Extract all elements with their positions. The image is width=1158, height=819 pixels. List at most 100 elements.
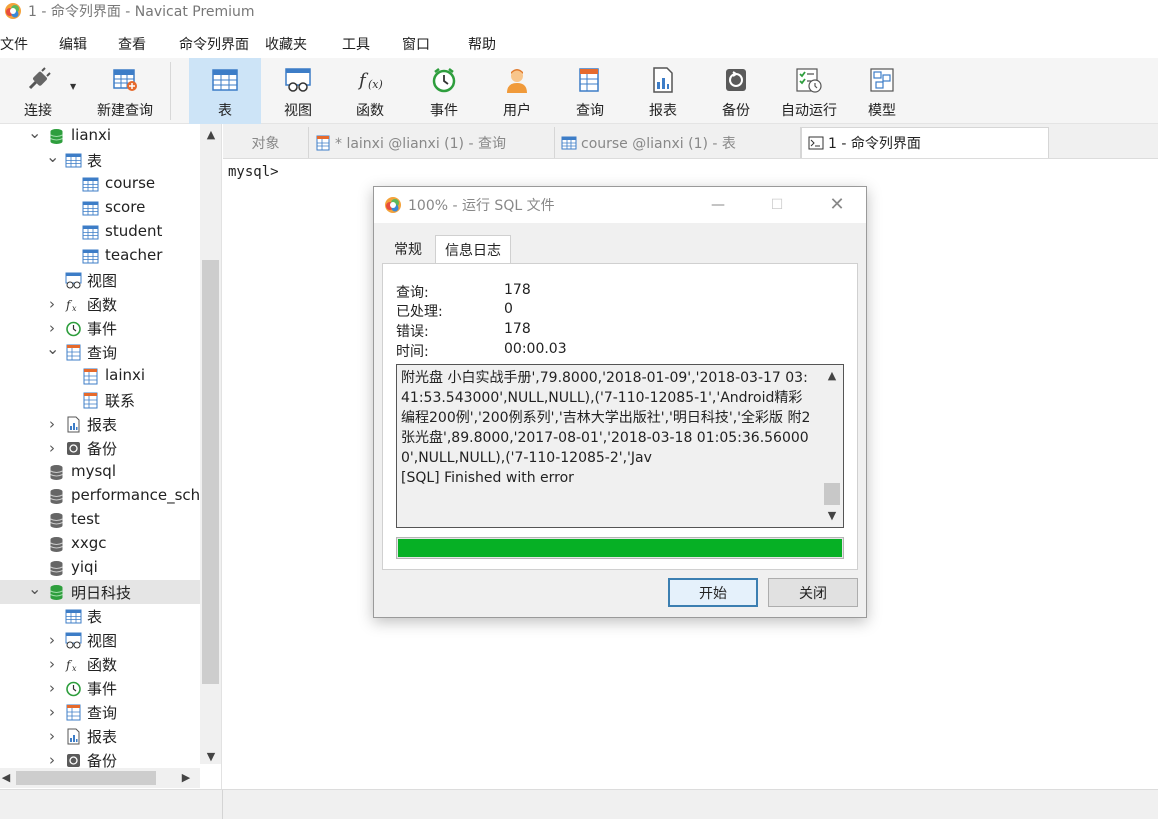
tree-horizontal-scrollbar[interactable]: ◀ ▶ xyxy=(0,768,200,788)
menu-window[interactable]: 窗口 xyxy=(402,34,430,54)
tab-console[interactable]: 1 - 命令列界面 xyxy=(801,127,1049,158)
tab-message-log[interactable]: 信息日志 xyxy=(435,235,511,264)
backup-icon xyxy=(726,69,746,91)
close-icon[interactable]: ✕ xyxy=(827,195,847,215)
user-button[interactable]: 用户 xyxy=(481,58,553,124)
tree-item[interactable]: 表 xyxy=(0,604,200,628)
close-button[interactable]: 关闭 xyxy=(768,578,858,607)
table-button[interactable]: 表 xyxy=(189,58,261,124)
scroll-up-icon[interactable]: ▲ xyxy=(826,369,838,382)
tree-vertical-scrollbar[interactable]: ▲ ▼ xyxy=(200,124,221,764)
menu-help[interactable]: 帮助 xyxy=(468,34,496,54)
function-button[interactable]: f (x) 函数 xyxy=(334,58,406,124)
tree-item[interactable]: › 事件 xyxy=(0,316,200,340)
menu-bar: 文件 编辑 查看 命令列界面 收藏夹 工具 窗口 帮助 xyxy=(0,30,1158,56)
progress-bar xyxy=(396,537,844,559)
chevron-down-icon[interactable]: ⌄ xyxy=(28,581,41,598)
menu-console[interactable]: 命令列界面 xyxy=(179,34,249,54)
tree-item[interactable]: 视图 xyxy=(0,268,200,292)
scroll-left-icon[interactable]: ◀ xyxy=(0,771,12,784)
log-scrollbar[interactable]: ▲ ▼ xyxy=(821,365,843,527)
table-icon xyxy=(82,201,99,216)
query-button[interactable]: 查询 xyxy=(554,58,626,124)
hscrollbar-thumb[interactable] xyxy=(16,771,156,785)
tree-item[interactable]: ⌄ 表 xyxy=(0,148,200,172)
chevron-right-icon[interactable]: › xyxy=(46,321,58,336)
scroll-right-icon[interactable]: ▶ xyxy=(180,771,192,784)
tree-item[interactable]: › f x 函数 xyxy=(0,652,200,676)
chevron-right-icon[interactable]: › xyxy=(46,657,58,672)
window-title: 1 - 命令列界面 - Navicat Premium xyxy=(28,4,255,20)
menu-file[interactable]: 文件 xyxy=(0,34,28,54)
tree-item[interactable]: › 备份 xyxy=(0,436,200,460)
autorun-button[interactable]: 自动运行 xyxy=(773,58,845,124)
menu-view[interactable]: 查看 xyxy=(118,34,146,54)
tab-table-label: course @lianxi (1) - 表 xyxy=(581,135,736,152)
log-textbox[interactable]: 附光盘 小白实战手册',79.8000,'2018-01-09','2018-0… xyxy=(396,364,844,528)
scroll-down-icon[interactable]: ▼ xyxy=(204,750,218,764)
tree-item-label: 备份 xyxy=(87,440,118,458)
tree-item-label: yiqi xyxy=(71,558,98,576)
tab-objects[interactable]: 对象 xyxy=(223,127,309,158)
chevron-right-icon[interactable]: › xyxy=(46,297,58,312)
query-icon xyxy=(83,368,98,385)
tree-item[interactable]: › 报表 xyxy=(0,412,200,436)
chevron-down-icon[interactable]: ⌄ xyxy=(28,125,41,142)
tree-item[interactable]: test xyxy=(0,508,200,532)
tree-item[interactable]: xxgc xyxy=(0,532,200,556)
menu-favorites[interactable]: 收藏夹 xyxy=(265,34,307,54)
chevron-down-icon[interactable]: ⌄ xyxy=(46,341,59,358)
tab-general[interactable]: 常规 xyxy=(382,235,434,263)
view-button[interactable]: 视图 xyxy=(262,58,334,124)
chevron-right-icon[interactable]: › xyxy=(46,633,58,648)
tab-query-lainxi[interactable]: * lainxi @lianxi (1) - 查询 xyxy=(309,127,555,158)
scrollbar-thumb[interactable] xyxy=(202,260,219,684)
tree-item[interactable]: ⌄ lianxi xyxy=(0,124,200,148)
stat-label: 查询: xyxy=(396,285,429,301)
table-icon xyxy=(82,249,99,264)
tree-item[interactable]: › f x 函数 xyxy=(0,292,200,316)
chevron-right-icon[interactable]: › xyxy=(46,681,58,696)
tree-item[interactable]: course xyxy=(0,172,200,196)
view-icon xyxy=(65,272,82,289)
tree-item[interactable]: performance_schema xyxy=(0,484,200,508)
chevron-right-icon[interactable]: › xyxy=(46,753,58,768)
new-query-button[interactable]: 新建查询 xyxy=(80,58,170,124)
tree-item[interactable]: student xyxy=(0,220,200,244)
event-button[interactable]: 事件 xyxy=(408,58,480,124)
database-green-icon xyxy=(50,129,63,144)
scroll-down-icon[interactable]: ▼ xyxy=(826,509,838,522)
tree-item-label: student xyxy=(105,222,163,240)
tree-item[interactable]: score xyxy=(0,196,200,220)
chevron-right-icon[interactable]: › xyxy=(46,441,58,456)
chevron-right-icon[interactable]: › xyxy=(46,729,58,744)
tree-item[interactable]: 联系 xyxy=(0,388,200,412)
scroll-up-icon[interactable]: ▲ xyxy=(204,128,218,142)
model-button[interactable]: 模型 xyxy=(846,58,918,124)
tree-item[interactable]: ⌄ 明日科技 xyxy=(0,580,200,604)
tree-item[interactable]: mysql xyxy=(0,460,200,484)
tree-item[interactable]: lainxi xyxy=(0,364,200,388)
tree-item[interactable]: yiqi xyxy=(0,556,200,580)
tree-item[interactable]: › 事件 xyxy=(0,676,200,700)
backup-button[interactable]: 备份 xyxy=(700,58,772,124)
minimize-icon[interactable]: — xyxy=(708,195,728,215)
menu-edit[interactable]: 编辑 xyxy=(59,34,87,54)
start-button[interactable]: 开始 xyxy=(668,578,758,607)
connect-dropdown-icon[interactable]: ▼ xyxy=(70,82,76,91)
tree-item[interactable]: teacher xyxy=(0,244,200,268)
tab-table-course[interactable]: course @lianxi (1) - 表 xyxy=(555,127,801,158)
tree-item-label: performance_schema xyxy=(71,486,200,504)
menu-tools[interactable]: 工具 xyxy=(342,34,370,54)
tree-item[interactable]: › 查询 xyxy=(0,700,200,724)
report-button[interactable]: 报表 xyxy=(627,58,699,124)
chevron-right-icon[interactable]: › xyxy=(46,705,58,720)
chevron-down-icon[interactable]: ⌄ xyxy=(46,149,59,166)
tree-item[interactable]: › 视图 xyxy=(0,628,200,652)
tree-item[interactable]: ⌄ 查询 xyxy=(0,340,200,364)
log-scrollbar-thumb[interactable] xyxy=(824,483,840,505)
chevron-right-icon[interactable]: › xyxy=(46,417,58,432)
tree-item-label: teacher xyxy=(105,246,163,264)
tree-item[interactable]: › 报表 xyxy=(0,724,200,748)
connect-button[interactable]: 连接 xyxy=(2,58,74,124)
